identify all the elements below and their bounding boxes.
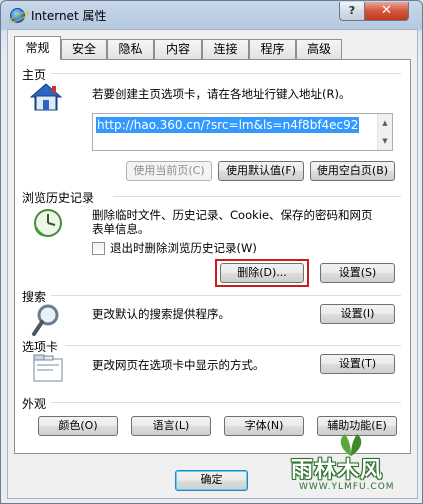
divider xyxy=(65,345,401,346)
tab-connections[interactable]: 连接 xyxy=(202,39,249,59)
scroll-up-icon[interactable]: ▲ xyxy=(378,114,392,132)
home-icon xyxy=(29,82,63,112)
scroll-down-icon[interactable]: ▼ xyxy=(378,132,392,150)
general-tab-panel: 主页 若要创建主页选项卡，请在各地址行键入地址(R)。 http://hao.3… xyxy=(14,59,411,454)
tabs-settings-button[interactable]: 设置(T) xyxy=(320,354,395,374)
history-settings-button[interactable]: 设置(S) xyxy=(320,263,395,283)
colors-button[interactable]: 颜色(O) xyxy=(38,416,118,436)
use-current-button[interactable]: 使用当前页(C) xyxy=(126,161,212,181)
history-section-label: 浏览历史记录 xyxy=(22,191,95,205)
home-page-url-field[interactable]: http://hao.360.cn/?src=lm&ls=n4f8bf4ec92… xyxy=(92,113,393,151)
watermark-logo: 雨林木风 WWW.YLMFU.COM xyxy=(287,432,414,498)
tab-security[interactable]: 安全 xyxy=(61,39,107,59)
divider xyxy=(51,295,401,296)
close-button[interactable]: ✕ xyxy=(364,2,409,21)
home-section-label: 主页 xyxy=(22,68,47,82)
use-blank-button[interactable]: 使用空白页(B) xyxy=(310,161,395,181)
help-button[interactable]: ? xyxy=(339,2,365,21)
delete-on-exit-label[interactable]: 退出时删除浏览历史记录(W) xyxy=(110,241,257,255)
watermark-brand: 雨林木风 xyxy=(291,457,384,483)
search-description: 更改默认的搜索提供程序。 xyxy=(92,307,230,321)
languages-button[interactable]: 语言(L) xyxy=(131,416,211,436)
history-description-line-2: 表单信息。 xyxy=(92,222,150,236)
url-field-scrollbar[interactable]: ▲ ▼ xyxy=(377,114,392,150)
tab-general[interactable]: 常规 xyxy=(14,36,61,60)
magnifier-icon xyxy=(31,303,61,337)
history-description-line-1: 删除临时文件、历史记录、Cookie、保存的密码和网页 xyxy=(92,208,373,222)
tab-advanced[interactable]: 高级 xyxy=(296,39,342,59)
title-bar: Internet 属性 ? ✕ xyxy=(1,1,422,29)
tabs-section-label: 选项卡 xyxy=(22,340,59,354)
tabs-description: 更改网页在选项卡中显示的方式。 xyxy=(92,358,265,372)
internet-properties-window: Internet 属性 ? ✕ 常规 安全 隐私 内容 连接 程序 高级 主页 xyxy=(0,0,423,504)
tab-privacy[interactable]: 隐私 xyxy=(107,39,154,59)
tab-programs[interactable]: 程序 xyxy=(249,39,296,59)
dialog-client-area: 常规 安全 隐私 内容 连接 程序 高级 主页 若要创建主页选项卡，请在各地址行… xyxy=(7,29,418,499)
window-title: Internet 属性 xyxy=(31,9,107,23)
use-default-button[interactable]: 使用默认值(F) xyxy=(218,161,304,181)
delete-on-exit-checkbox[interactable] xyxy=(92,242,105,255)
divider xyxy=(113,196,401,197)
internet-explorer-icon xyxy=(10,8,25,23)
appearance-section-label: 外观 xyxy=(22,397,47,411)
divider xyxy=(51,73,401,74)
search-settings-button[interactable]: 设置(I) xyxy=(320,304,395,324)
history-clock-icon xyxy=(33,208,63,238)
watermark-url: WWW.YLMFU.COM xyxy=(299,482,395,492)
divider xyxy=(51,402,401,403)
tab-content[interactable]: 内容 xyxy=(154,39,202,59)
home-page-url-text[interactable]: http://hao.360.cn/?src=lm&ls=n4f8bf4ec92 xyxy=(96,117,360,133)
home-description: 若要创建主页选项卡，请在各地址行键入地址(R)。 xyxy=(92,87,351,101)
highlight-box xyxy=(215,259,309,287)
ok-button[interactable]: 确定 xyxy=(175,470,248,491)
tabs-icon xyxy=(33,354,63,382)
